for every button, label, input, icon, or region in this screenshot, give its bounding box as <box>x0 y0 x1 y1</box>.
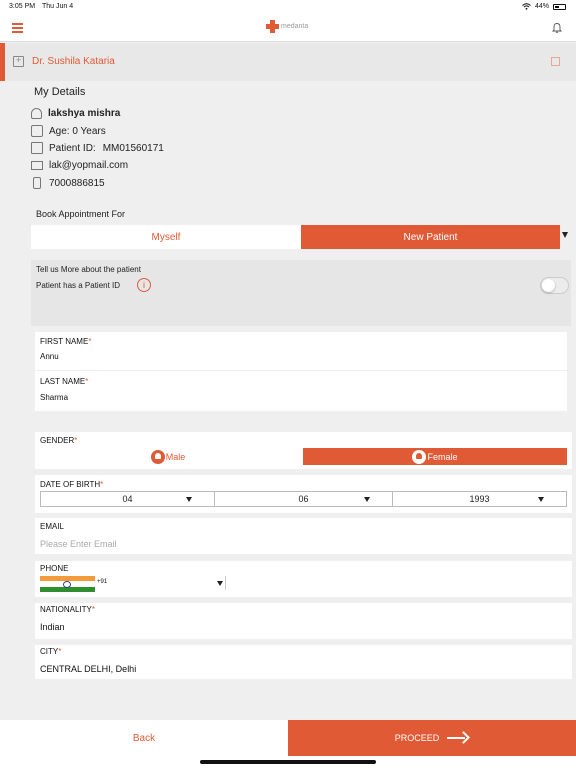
dob-year-select[interactable]: 1993 <box>392 491 567 507</box>
gender-male-label: Male <box>165 451 186 462</box>
female-icon <box>412 449 427 464</box>
medanta-logo-icon <box>266 20 279 33</box>
patient-id-label: Patient ID: <box>49 142 96 154</box>
nationality-card: NATIONALITY* Indian <box>35 603 572 639</box>
last-name-label: LAST NAME* <box>40 377 89 386</box>
detail-email-row: lak@yopmail.com <box>31 160 128 171</box>
caret-down-icon <box>186 497 192 502</box>
doctor-icon <box>13 55 24 67</box>
my-details-title: My Details <box>34 86 86 98</box>
battery-percent: 44% <box>534 3 549 10</box>
doctor-bar[interactable]: Dr. Sushila Kataria <box>0 43 576 81</box>
first-name-label: FIRST NAME* <box>40 337 92 346</box>
user-icon <box>31 108 42 119</box>
city-card: CITY* CENTRAL DELHI, Delhi <box>35 645 572 679</box>
id-card-icon <box>31 142 43 154</box>
toggle-knob <box>542 279 555 292</box>
battery-icon <box>553 3 566 10</box>
proceed-label: PROCEED <box>394 733 440 743</box>
doctor-name: Dr. Sushila Kataria <box>32 56 115 67</box>
patient-id-value: MM01560171 <box>102 142 164 154</box>
patient-name: lakshya mishra <box>48 108 121 119</box>
gender-female-option[interactable]: Female <box>303 448 567 465</box>
book-for-new-patient[interactable]: New Patient <box>301 225 560 249</box>
email-field[interactable] <box>40 539 560 549</box>
dob-day-select[interactable]: 04 <box>40 491 215 507</box>
male-icon <box>150 449 165 464</box>
nav-bar: medanta <box>0 14 576 42</box>
divider <box>35 370 567 371</box>
detail-name-row: lakshya mishra <box>31 108 120 119</box>
age-icon <box>31 125 43 137</box>
phone-icon <box>33 177 41 189</box>
patient-age: Age: 0 Years <box>49 125 106 137</box>
status-right: 44% <box>522 3 566 10</box>
phone-label: PHONE <box>40 564 69 573</box>
book-for-myself[interactable]: Myself <box>31 225 301 249</box>
wifi-icon <box>522 3 531 10</box>
medanta-logo: medanta <box>266 20 308 33</box>
email-label: EMAIL <box>40 522 65 531</box>
caret-down-icon[interactable] <box>562 232 568 238</box>
india-flag-icon[interactable] <box>40 576 95 592</box>
caret-down-icon <box>538 497 544 502</box>
name-card: FIRST NAME* Annu LAST NAME* Sharma <box>35 332 567 411</box>
status-bar: 3:05 PM Thu Jun 4 44% <box>0 0 576 14</box>
gender-card: GENDER* Male Female <box>35 432 572 469</box>
book-for-label: Book Appointment For <box>36 209 126 219</box>
back-button[interactable]: Back <box>0 720 288 756</box>
phone-input-divider <box>225 576 226 590</box>
last-name-field[interactable]: Sharma <box>40 393 68 402</box>
edit-icon[interactable] <box>551 57 560 66</box>
detail-id-row: Patient ID: MM01560171 <box>31 142 164 154</box>
tell-more-title: Tell us More about the patient <box>36 265 141 274</box>
caret-down-icon[interactable] <box>217 581 223 586</box>
logo-text: medanta <box>281 23 309 30</box>
gender-female-label: Female <box>427 451 458 462</box>
hamburger-icon[interactable] <box>12 23 23 33</box>
detail-age-row: Age: 0 Years <box>31 125 106 137</box>
dob-card: DATE OF BIRTH* 04 06 1993 <box>35 475 572 513</box>
dob-month-select[interactable]: 06 <box>214 491 393 507</box>
mail-icon <box>31 161 43 170</box>
status-date: Thu Jun 4 <box>42 3 74 10</box>
nationality-field[interactable]: Indian <box>40 622 65 632</box>
info-icon[interactable]: i <box>137 278 151 292</box>
has-patient-id-toggle[interactable] <box>540 277 569 294</box>
dial-code[interactable]: +91 <box>97 579 107 585</box>
caret-down-icon <box>364 497 370 502</box>
arrow-right-icon <box>447 732 469 744</box>
email-card: EMAIL <box>35 518 572 554</box>
home-indicator[interactable] <box>200 760 376 764</box>
gender-label: GENDER* <box>40 436 78 445</box>
nationality-label: NATIONALITY* <box>40 605 95 614</box>
detail-phone-row: 7000886815 <box>31 177 105 189</box>
bottom-bar: Back PROCEED <box>0 720 576 768</box>
bell-icon[interactable] <box>552 22 562 33</box>
first-name-field[interactable]: Annu <box>40 352 59 361</box>
has-patient-id-label: Patient has a Patient ID <box>36 281 121 290</box>
phone-card: PHONE +91 <box>35 561 572 597</box>
patient-phone: 7000886815 <box>49 177 105 189</box>
gender-male-option[interactable]: Male <box>35 448 301 465</box>
patient-email: lak@yopmail.com <box>49 160 129 171</box>
city-label: CITY* <box>40 647 62 656</box>
proceed-button[interactable]: PROCEED <box>288 720 576 756</box>
dob-label: DATE OF BIRTH* <box>40 480 104 489</box>
status-time: 3:05 PM <box>9 3 36 10</box>
tell-more-section: Tell us More about the patient Patient h… <box>31 260 571 326</box>
city-field[interactable]: CENTRAL DELHI, Delhi <box>40 664 136 674</box>
